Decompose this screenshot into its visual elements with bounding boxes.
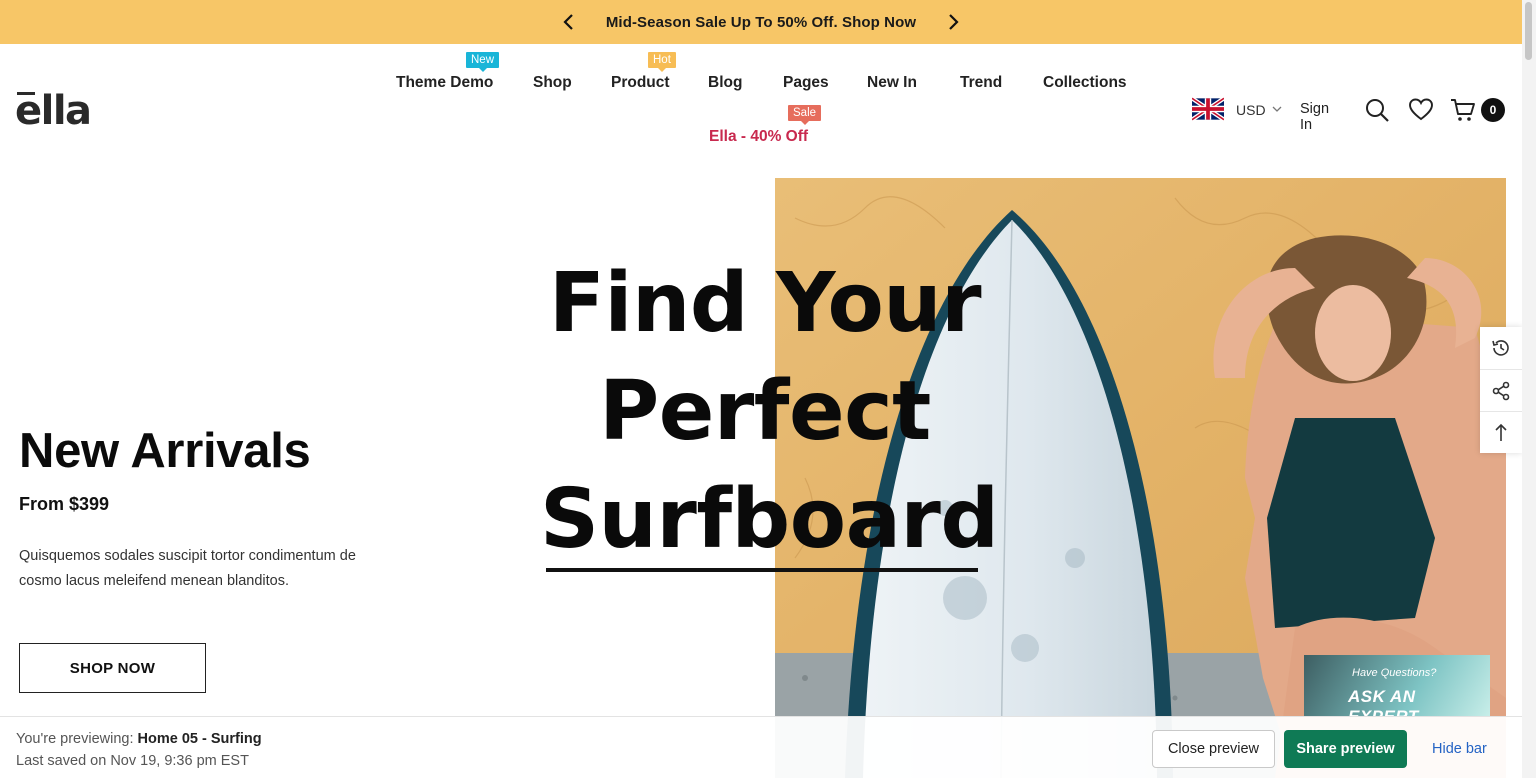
preview-prefix: You're previewing:	[16, 731, 134, 747]
nav-item-trend[interactable]: Trend	[960, 74, 1002, 92]
nav-item-label: Theme Demo	[396, 74, 494, 91]
announcement-next-button[interactable]	[938, 7, 968, 37]
sale-link[interactable]: Sale Ella - 40% Off	[709, 105, 822, 146]
preview-theme-name: Home 05 - Surfing	[137, 731, 262, 747]
ask-expert-widget[interactable]: Have Questions? ASK AN EXPERT	[1304, 655, 1490, 717]
nav-item-theme-demo[interactable]: New Theme Demo	[396, 52, 500, 92]
announcement-bar: Mid-Season Sale Up To 50% Off. Shop Now	[0, 0, 1522, 44]
badge-sale: Sale	[788, 105, 822, 125]
nav-item-label: New In	[867, 74, 917, 91]
last-saved-text: Last saved on Nov 19, 9:36 pm EST	[16, 753, 249, 769]
nav-item-new-in[interactable]: New In	[867, 74, 917, 92]
cart-count-badge: 0	[1481, 98, 1505, 122]
chevron-down-icon	[1272, 106, 1282, 112]
sale-link-label: Ella - 40% Off	[709, 128, 809, 145]
logo[interactable]: ella	[15, 88, 92, 134]
nav-item-label: Blog	[708, 74, 743, 91]
hero-headline-line: Surfboard	[540, 472, 999, 567]
headline-underline	[546, 568, 978, 572]
price-text: From $399	[19, 494, 110, 514]
page-scrollbar[interactable]	[1522, 0, 1536, 778]
nav-item-pages[interactable]: Pages	[783, 74, 829, 92]
hero-headline-line: Perfect	[599, 364, 931, 459]
page: Mid-Season Sale Up To 50% Off. Shop Now …	[0, 0, 1536, 778]
announcement-text[interactable]: Mid-Season Sale Up To 50% Off. Shop Now	[606, 14, 916, 31]
nav-item-label: Collections	[1043, 74, 1127, 91]
nav-item-product[interactable]: Hot Product	[611, 52, 676, 92]
share-icon	[1492, 381, 1510, 400]
expert-title: ASK AN EXPERT	[1348, 687, 1419, 717]
hero-headline-line: Find Your	[548, 256, 982, 351]
nav-item-label: Pages	[783, 74, 829, 91]
expert-question: Have Questions?	[1352, 667, 1437, 679]
search-icon[interactable]	[1364, 97, 1390, 123]
scrollbar-thumb[interactable]	[1525, 2, 1532, 60]
history-icon	[1492, 340, 1509, 356]
logo-macron	[17, 92, 35, 95]
cart-icon[interactable]	[1450, 97, 1476, 123]
side-toolbar	[1480, 327, 1522, 453]
uk-flag-icon[interactable]	[1192, 97, 1224, 121]
back-to-top-button[interactable]	[1480, 411, 1522, 453]
section-description: Quisquemos sodales suscipit tortor condi…	[19, 548, 356, 589]
chevron-left-icon	[563, 14, 573, 30]
section-title: New Arrivals	[19, 424, 311, 478]
nav-item-label: Shop	[533, 74, 572, 91]
preview-bar: You're previewing: Home 05 - Surfing Las…	[0, 716, 1522, 778]
badge-hot: Hot	[648, 52, 676, 72]
preview-status: You're previewing: Home 05 - Surfing	[16, 731, 262, 747]
recently-viewed-button[interactable]	[1480, 327, 1522, 369]
nav-item-collections[interactable]: Collections	[1043, 74, 1127, 92]
nav-item-label: Product	[611, 74, 670, 91]
currency-selector[interactable]: USD	[1236, 102, 1266, 118]
nav-item-shop[interactable]: Shop	[533, 74, 572, 92]
announcement-prev-button[interactable]	[554, 7, 584, 37]
close-preview-button[interactable]: Close preview	[1152, 730, 1275, 768]
sign-in-link[interactable]: Sign In	[1300, 101, 1329, 133]
shop-now-button[interactable]: SHOP NOW	[19, 643, 206, 693]
heart-icon[interactable]	[1408, 97, 1434, 123]
hide-bar-link[interactable]: Hide bar	[1432, 741, 1487, 757]
chevron-right-icon	[949, 14, 959, 30]
hero-headline: Find Your Perfect Surfboard	[540, 250, 999, 574]
nav-item-label: Trend	[960, 74, 1003, 91]
share-button[interactable]	[1480, 369, 1522, 411]
arrow-up-icon	[1495, 423, 1507, 441]
badge-new: New	[466, 52, 500, 72]
nav-item-blog[interactable]: Blog	[708, 74, 742, 92]
share-preview-button[interactable]: Share preview	[1284, 730, 1407, 768]
